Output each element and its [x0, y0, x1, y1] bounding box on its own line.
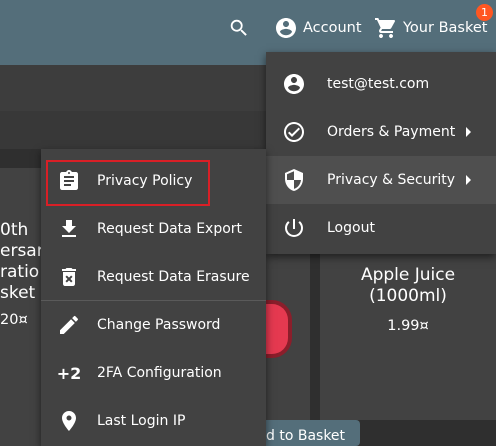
chevron-right-icon	[466, 175, 471, 185]
menu-item-2fa-configuration-label: 2FA Configuration	[97, 365, 222, 381]
account-circle-icon	[282, 72, 306, 96]
shopping-cart-icon	[375, 18, 396, 38]
menu-item-privacy-security[interactable]: Privacy & Security	[266, 156, 496, 204]
menu-item-last-login-ip[interactable]: Last Login IP	[41, 397, 266, 445]
menu-item-orders-payment-label: Orders & Payment	[327, 124, 456, 140]
location-pin-icon	[57, 409, 81, 433]
basket-button[interactable]: Your Basket	[374, 14, 487, 42]
download-icon	[57, 217, 81, 241]
shield-icon	[282, 168, 306, 192]
privacy-policy-highlight	[46, 160, 210, 206]
menu-item-logout-label: Logout	[327, 220, 375, 236]
menu-item-2fa-configuration[interactable]: +2 2FA Configuration	[41, 349, 266, 397]
menu-item-change-password-label: Change Password	[97, 317, 221, 333]
left-card-title-line4: sket	[0, 283, 36, 303]
menu-item-request-data-erasure[interactable]: Request Data Erasure	[41, 253, 266, 301]
menu-item-privacy-security-label: Privacy & Security	[327, 172, 455, 188]
account-button[interactable]: Account	[274, 14, 362, 42]
add-to-basket-label: d to Basket	[266, 428, 346, 444]
menu-item-last-login-ip-label: Last Login IP	[97, 413, 186, 429]
basket-count-badge: 1	[476, 4, 493, 21]
left-card-title-line2: ersar	[0, 241, 44, 261]
menu-item-change-password[interactable]: Change Password	[41, 301, 266, 349]
check-circle-icon	[282, 120, 306, 144]
menu-item-request-data-erasure-label: Request Data Erasure	[97, 269, 250, 285]
menu-item-request-data-export[interactable]: Request Data Export	[41, 205, 266, 253]
search-icon	[230, 19, 247, 36]
menu-item-email-label: test@test.com	[327, 76, 430, 92]
account-label: Account	[303, 20, 362, 36]
menu-item-email[interactable]: test@test.com	[266, 60, 496, 108]
left-card-title-line1: 0th	[0, 220, 29, 240]
right-card-title-line1: Apple Juice	[360, 265, 456, 285]
chevron-right-icon	[466, 127, 471, 137]
account-menu: test@test.com Orders & Payment Privacy &…	[266, 52, 496, 254]
plus-two-icon: +2	[56, 363, 82, 383]
search-button[interactable]	[228, 14, 250, 42]
basket-label: Your Basket	[403, 20, 488, 36]
right-card-price: 1.99¤	[387, 318, 429, 334]
menu-item-logout[interactable]: Logout	[266, 204, 496, 252]
menu-item-orders-payment[interactable]: Orders & Payment	[266, 108, 496, 156]
pencil-icon	[57, 313, 81, 337]
right-card-title-line2: (1000ml)	[369, 286, 447, 306]
account-circle-icon	[276, 18, 296, 38]
left-card-price: 20¤	[0, 312, 28, 328]
menu-item-request-data-export-label: Request Data Export	[97, 221, 243, 237]
power-icon	[282, 216, 306, 240]
add-to-basket-button[interactable]: d to Basket	[256, 420, 360, 446]
left-card-title-line3: ratio	[0, 262, 40, 282]
trash-icon	[57, 265, 81, 289]
